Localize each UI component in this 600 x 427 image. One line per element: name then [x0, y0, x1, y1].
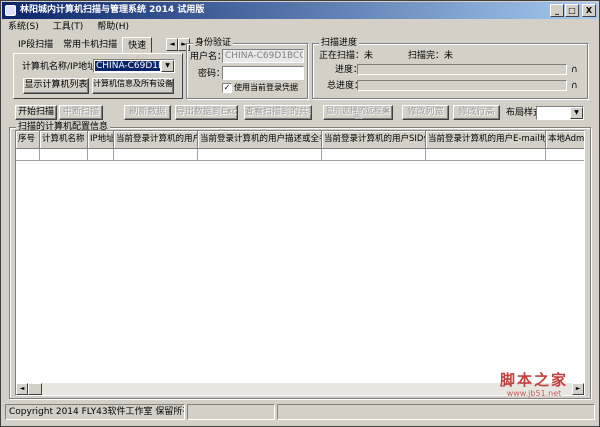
status-bar: Copyright 2014 FLY43软件工作室 保留所有权利	[5, 404, 597, 420]
column-header-user[interactable]: 当前登录计算机的用户	[114, 131, 198, 149]
scan-progress-label: 扫描进度	[319, 38, 360, 49]
table-cell	[198, 149, 322, 161]
menu-help[interactable]: 帮助(H)	[97, 19, 129, 35]
use-current-credentials-label: 使用当前登录凭据	[234, 83, 298, 92]
table-cell	[16, 149, 40, 161]
watermark-main-text: 脚本之家	[499, 371, 568, 389]
export-excel-button[interactable]: 导出数据到Excel	[175, 105, 238, 120]
layout-style-select[interactable]: ▼	[536, 106, 584, 120]
table-cell	[114, 149, 198, 161]
maximize-button[interactable]: □	[565, 4, 579, 17]
column-header-user-sid[interactable]: 当前登录计算机的用户SID值	[322, 131, 426, 149]
start-scan-button[interactable]: 开始扫描	[15, 105, 57, 120]
quick-scan-panel: 计算机名称/IP地址 CHINA-C69D1BCC8 ▼ 显示计算机列表 计算机…	[13, 53, 183, 99]
username-input[interactable]: CHINA-C69D1BCC8\	[222, 49, 304, 63]
progress-unit: ∩	[571, 65, 578, 75]
tab-common-scan[interactable]: 常用卡机扫描	[58, 37, 122, 53]
close-button[interactable]: X	[582, 4, 596, 17]
column-header-user-email[interactable]: 当前登录计算机的用户E-mail地	[426, 131, 546, 149]
computer-name-select[interactable]: CHINA-C69D1BCC8 ▼	[93, 59, 175, 73]
auth-group: 身份验证 用户名： CHINA-C69D1BCC8\ 密码： ✓ 使用当前登录凭…	[186, 38, 308, 99]
status-panel-2	[187, 404, 275, 420]
scanning-status: 正在扫描：未	[319, 51, 374, 61]
copyright-text: Copyright 2014 FLY43软件工作室 保留所有权利	[5, 404, 185, 420]
resize-columns-button[interactable]: 修改列宽	[402, 105, 449, 120]
progress-bar	[357, 64, 567, 75]
show-computer-list-button[interactable]: 显示计算机列表	[23, 78, 89, 94]
chevron-down-icon[interactable]: ▼	[570, 107, 583, 119]
auth-group-label: 身份验证	[193, 38, 234, 49]
table-row[interactable]	[16, 149, 584, 161]
layout-style-value	[538, 108, 569, 118]
tab-ip-range-scan[interactable]: IP段扫描	[13, 37, 58, 53]
scanned-status: 扫描完：未	[408, 51, 454, 61]
results-grid[interactable]: 序号 计算机名称 IP地址 当前登录计算机的用户 当前登录计算机的用户描述或全名…	[15, 130, 585, 396]
status-panel-3	[277, 404, 595, 420]
menu-system[interactable]: 系统(S)	[8, 19, 39, 35]
column-header-user-fullname[interactable]: 当前登录计算机的用户描述或全名	[198, 131, 322, 149]
computer-name-value: CHINA-C69D1BCC8	[95, 61, 160, 71]
column-header-ip[interactable]: IP地址	[88, 131, 114, 149]
table-cell	[546, 149, 584, 161]
use-current-credentials-checkbox[interactable]: ✓	[222, 83, 232, 93]
title-bar[interactable]: 林阳城内计算机扫描与管理系统 2014 试用版 _ □ X	[2, 2, 598, 19]
grid-header: 序号 计算机名称 IP地址 当前登录计算机的用户 当前登录计算机的用户描述或全名…	[16, 131, 584, 149]
scroll-thumb[interactable]	[28, 383, 42, 395]
column-header-index[interactable]: 序号	[16, 131, 40, 149]
refresh-data-button[interactable]: 刷新数据	[124, 105, 171, 120]
computer-name-label: 计算机名称/IP地址	[22, 62, 97, 72]
column-header-local-admin[interactable]: 本地Admin	[546, 131, 584, 149]
table-cell	[88, 149, 114, 161]
tab-quick-scan[interactable]: 快速	[122, 37, 153, 53]
scroll-left-icon[interactable]: ◄	[16, 383, 28, 395]
table-cell	[322, 149, 426, 161]
minimize-button[interactable]: _	[550, 4, 564, 17]
window-title: 林阳城内计算机扫描与管理系统 2014 试用版	[20, 5, 205, 15]
total-progress-unit: ∩	[571, 81, 578, 91]
computer-detail-button[interactable]: 计算机信息及所有设备	[92, 78, 174, 94]
table-cell	[426, 149, 546, 161]
username-label: 用户名：	[190, 52, 227, 62]
password-label: 密码：	[198, 69, 226, 79]
table-cell	[40, 149, 88, 161]
watermark-url-text: www.jb51.net	[506, 389, 562, 398]
menu-bar: 系统(S) 工具(T) 帮助(H)	[2, 19, 598, 35]
chevron-down-icon[interactable]: ▼	[161, 60, 174, 72]
remote-desktop-button[interactable]: 显示选择的远程桌面	[323, 105, 393, 120]
scan-mode-tabs: IP段扫描 常用卡机扫描 快速	[13, 37, 153, 53]
app-window: 林阳城内计算机扫描与管理系统 2014 试用版 _ □ X 系统(S) 工具(T…	[0, 0, 600, 427]
stop-scan-button[interactable]: 中断扫描	[59, 105, 103, 120]
window-controls: _ □ X	[550, 4, 596, 17]
tab-scroll-left-icon[interactable]: ◄	[166, 38, 178, 51]
app-icon	[5, 5, 16, 16]
password-input[interactable]	[222, 66, 304, 80]
site-watermark: 脚本之家 www.jb51.net	[479, 371, 589, 399]
column-header-computer-name[interactable]: 计算机名称	[40, 131, 88, 149]
resize-rows-button[interactable]: 修改行高	[453, 105, 500, 120]
total-progress-bar	[357, 80, 567, 91]
view-shares-button[interactable]: 查看扫描到的共享	[244, 105, 312, 120]
scan-progress-group: 扫描进度 正在扫描：未 扫描完：未 进度： ∩ 总进度： ∩	[312, 38, 588, 99]
menu-tools[interactable]: 工具(T)	[53, 19, 84, 35]
